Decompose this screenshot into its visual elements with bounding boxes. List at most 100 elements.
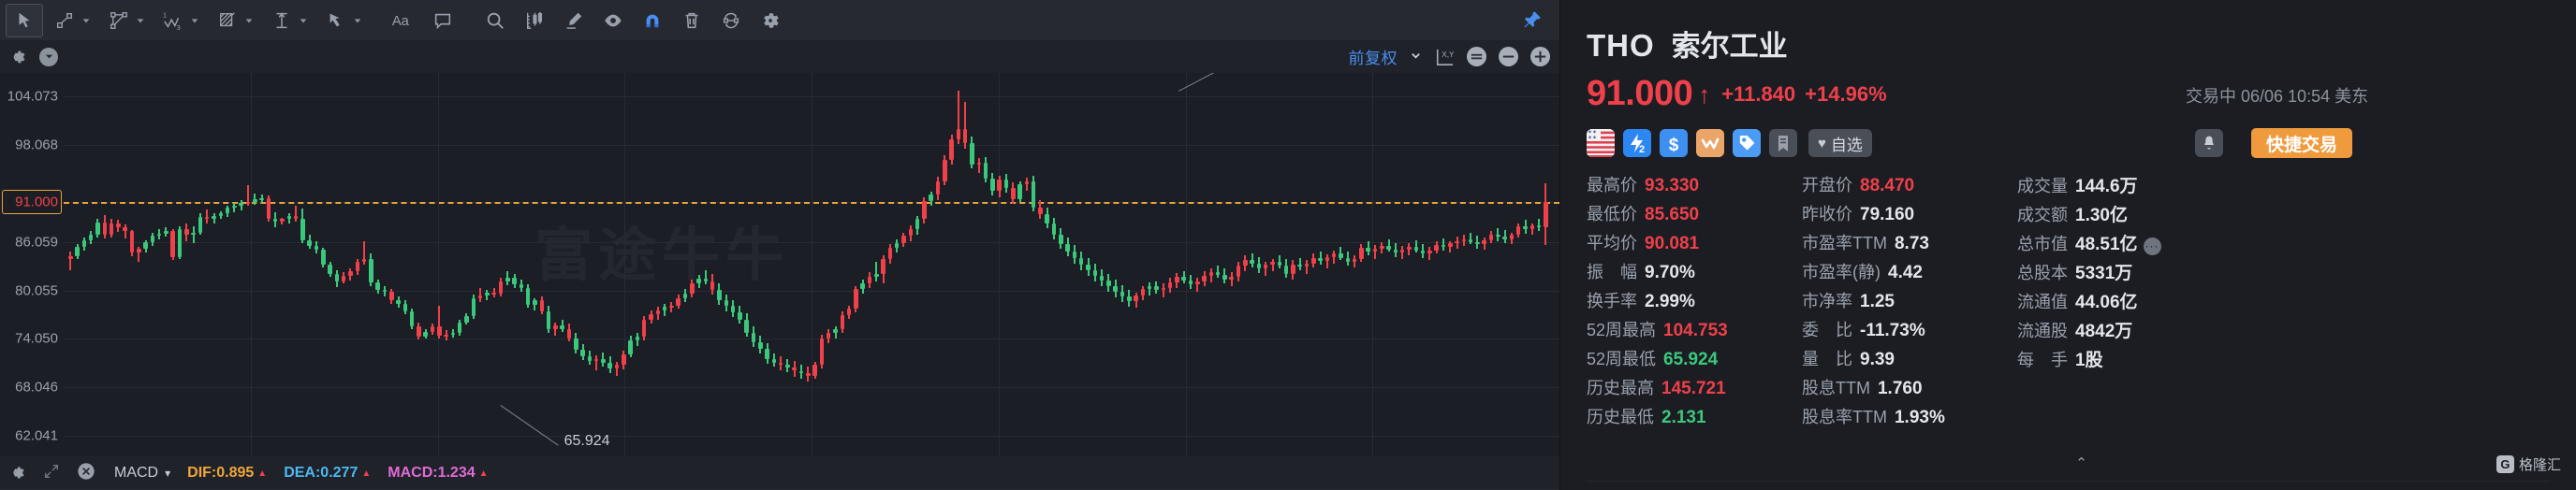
zoom-in-icon[interactable] [1530,47,1550,66]
symbol-row: THO 索尔工业 [1587,0,2576,65]
usa-flag-icon[interactable]: ✶✶ ✶✶ [1587,129,1615,157]
comment-tool[interactable] [425,5,461,36]
gear-icon[interactable] [7,464,26,483]
gear-icon[interactable] [7,48,26,66]
candlestick [1229,73,1234,456]
candlestick [1544,73,1548,456]
zoom-tool[interactable] [477,5,513,36]
stat-row: 市盈率(静) 4.42 [1802,259,2017,288]
candlestick [1072,73,1077,456]
candlestick [744,73,749,456]
chevron-down-icon[interactable]: ▾ [165,467,170,480]
candlestick [1120,73,1125,456]
line-tool[interactable] [47,5,97,36]
eye-icon [601,8,625,33]
candlestick [1427,73,1432,456]
shape-tool[interactable] [101,5,152,36]
indicator-tool[interactable] [517,5,552,36]
candlestick [198,73,203,456]
candlestick [1297,73,1302,456]
candlestick [1461,73,1467,456]
chevron-down-icon[interactable] [298,15,309,26]
visibility-tool[interactable] [595,5,631,36]
candlestick [1003,73,1009,456]
lightning-2-icon[interactable]: 2 [1623,129,1651,157]
price-tag-icon[interactable] [1733,129,1761,157]
dollar-icon[interactable]: $ [1660,129,1688,157]
candlestick [116,73,121,456]
sync-tool[interactable] [713,5,749,36]
fit-screen-icon[interactable] [1467,47,1486,66]
candlestick [1038,73,1043,456]
candlestick [1065,73,1070,456]
candlestick [1318,73,1323,456]
candlestick [1017,73,1022,456]
chevron-down-icon[interactable] [243,15,255,26]
candlestick [751,73,756,456]
candlestick [423,73,428,456]
badge-row: ✶✶ ✶✶ 2 $ ♥ 自选 快捷交易 [1587,127,2576,159]
zigzag-icon[interactable] [1696,129,1724,157]
zoom-out-icon[interactable] [1499,47,1518,66]
macd-expand[interactable] [43,463,60,484]
magnet-tool[interactable] [635,5,670,36]
stat-label: 昨收价 [1802,205,1852,223]
candlestick [1502,73,1507,456]
highlighter-tool[interactable] [556,5,592,36]
gridline-vertical [251,73,252,456]
candlestick-plot[interactable]: 富途牛牛 104.75365.924 [64,73,1559,456]
pin-icon[interactable] [1522,9,1543,30]
stat-value: 79.160 [1860,205,1915,224]
candlestick [361,73,367,456]
candlestick [1181,73,1186,456]
wave-tool[interactable]: 13 [155,5,206,36]
candlestick [81,73,87,456]
quote-panel: THO 索尔工业 91.000 ↑ +11.840 +14.96% 交易中 06… [1559,0,2576,490]
candlestick [935,73,941,456]
settings-tool[interactable] [753,5,788,36]
candlestick [1283,73,1289,456]
measure-tool[interactable] [264,5,315,36]
gann-tool[interactable] [210,5,260,36]
chevron-down-icon[interactable] [135,15,146,26]
collapse-panel-button[interactable]: ⌃ [1587,454,2576,471]
cursor-tool[interactable] [6,3,43,37]
add-to-watchlist-button[interactable]: ♥ 自选 [1808,129,1872,157]
arrow-tool[interactable] [318,5,369,36]
close-circle-icon[interactable] [77,462,95,485]
candlestick [191,73,196,456]
candlestick [1380,73,1384,456]
chevron-down-icon[interactable] [1410,50,1422,65]
chart-canvas[interactable]: 富途牛牛 104.75365.924 104.073 98.068 91.000 86… [0,73,1559,456]
candlestick [68,73,73,456]
chevron-down-circle-icon[interactable] [39,47,58,66]
delete-tool[interactable] [674,5,710,36]
adjust-type-select[interactable]: 前复权 [1349,45,1398,68]
candlestick [293,73,299,456]
candlestick [1024,73,1030,456]
chevron-down-icon[interactable] [80,15,92,26]
candlestick [724,73,729,456]
candlestick [1447,73,1453,456]
macd-close[interactable] [77,462,95,485]
text-tool[interactable]: Aa [386,5,421,36]
candlestick [765,73,769,456]
candlestick [1420,73,1426,456]
document-icon[interactable] [1769,129,1797,157]
candlestick [464,73,469,456]
xy-axis-icon[interactable]: X,Y [1434,48,1455,66]
stat-value: 145.721 [1661,379,1726,398]
bell-icon[interactable] [2195,129,2223,157]
candlestick [1277,73,1282,456]
stats-column-3: 成交量 144.6万 成交额 1.30亿 总市值 48.51亿 ··· 总股本 5331万 流通值… [2017,172,2242,433]
macd-settings[interactable] [7,464,26,483]
macd-name-group[interactable]: MACD ▾ [112,465,170,482]
candlestick [1127,73,1132,456]
stat-value: 8.73 [1894,234,1929,253]
expand-icon[interactable] [43,463,60,484]
quick-trade-button[interactable]: 快捷交易 [2251,128,2353,158]
chevron-down-icon[interactable] [189,15,200,26]
more-info-icon[interactable]: ··· [2143,237,2161,255]
chevron-down-icon[interactable] [352,15,363,26]
candlestick [901,73,906,456]
